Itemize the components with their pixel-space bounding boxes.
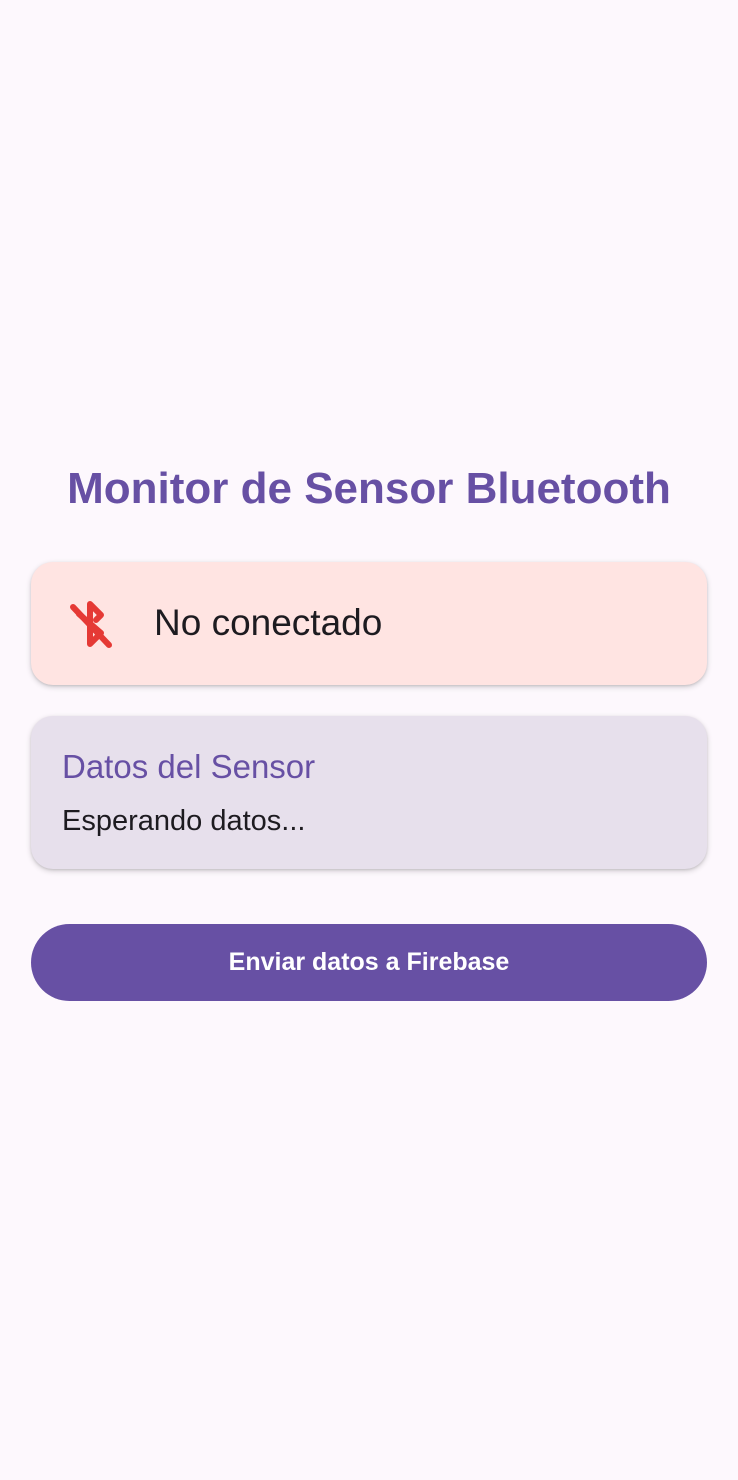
bluetooth-disabled-icon [69, 599, 115, 649]
sensor-data-value: Esperando datos... [62, 805, 306, 837]
send-to-firebase-button[interactable]: Enviar datos a Firebase [31, 924, 707, 1001]
sensor-data-title: Datos del Sensor [62, 748, 316, 785]
page-title: Monitor de Sensor Bluetooth [67, 464, 671, 513]
connection-status-text: No conectado [154, 602, 383, 643]
connection-status-card: No conectado [31, 562, 707, 685]
sensor-data-card: Datos del Sensor Esperando datos... [31, 716, 707, 869]
